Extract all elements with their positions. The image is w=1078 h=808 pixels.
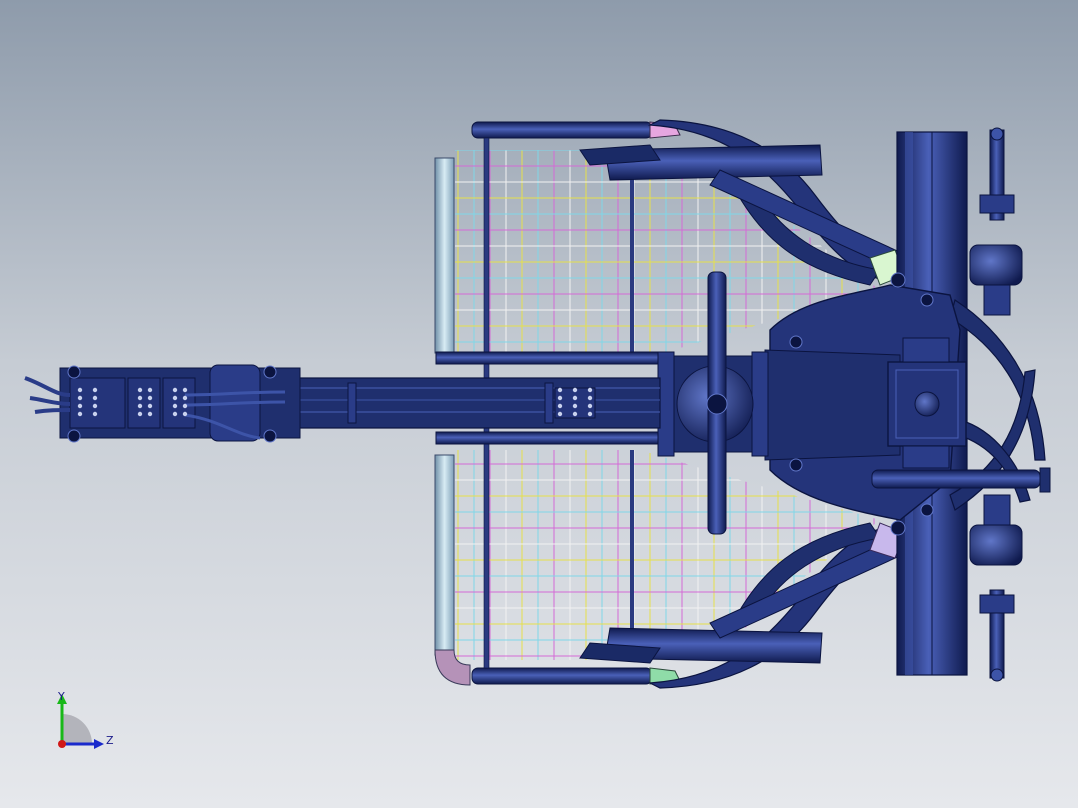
bolt-head [77, 387, 83, 393]
cad-viewport[interactable] [0, 0, 1078, 808]
bolt-head [557, 403, 563, 409]
bolt-head [147, 395, 153, 401]
boom-arm [264, 377, 661, 429]
bolt-head [182, 387, 188, 393]
bolt-head [137, 403, 143, 409]
bolt-head [137, 411, 143, 417]
bolt-head [182, 395, 188, 401]
z-axis-label: Z [106, 734, 114, 747]
bolt-head [137, 395, 143, 401]
bolt-head [137, 387, 143, 393]
bolt-head [147, 403, 153, 409]
bolt-head [77, 411, 83, 417]
bolt-head [572, 387, 578, 393]
bolt-head [92, 387, 98, 393]
bolt-head [77, 395, 83, 401]
z-axis-arrow [94, 739, 104, 749]
bolt-head [92, 403, 98, 409]
bolt-head [587, 403, 593, 409]
y-axis-label: Y [57, 690, 65, 703]
bolt-head [92, 395, 98, 401]
bolt-head [172, 387, 178, 393]
bolt-head [587, 395, 593, 401]
bolt-head [557, 395, 563, 401]
triad-origin [58, 740, 66, 748]
bolt-head [147, 411, 153, 417]
bolt-head [572, 403, 578, 409]
bolt-head [182, 403, 188, 409]
bolt-head [587, 411, 593, 417]
bolt-head [172, 395, 178, 401]
bolt-head [557, 411, 563, 417]
bolt-head [572, 395, 578, 401]
bolt-head [172, 403, 178, 409]
drive-shaft-coupling [657, 271, 769, 535]
front-head-assembly [24, 364, 301, 443]
wheel-spindle-bottom [969, 494, 1023, 682]
bolt-head [172, 411, 178, 417]
wheel-spindle-top [969, 127, 1023, 316]
bolt-head [572, 411, 578, 417]
bolt-head [77, 403, 83, 409]
bolt-head [182, 411, 188, 417]
bolt-head [557, 387, 563, 393]
bolt-head [92, 411, 98, 417]
bolt-head [587, 387, 593, 393]
upper-swing-arm [579, 119, 951, 291]
bolt-head [147, 387, 153, 393]
coordinate-triad: Y Z [57, 690, 114, 749]
